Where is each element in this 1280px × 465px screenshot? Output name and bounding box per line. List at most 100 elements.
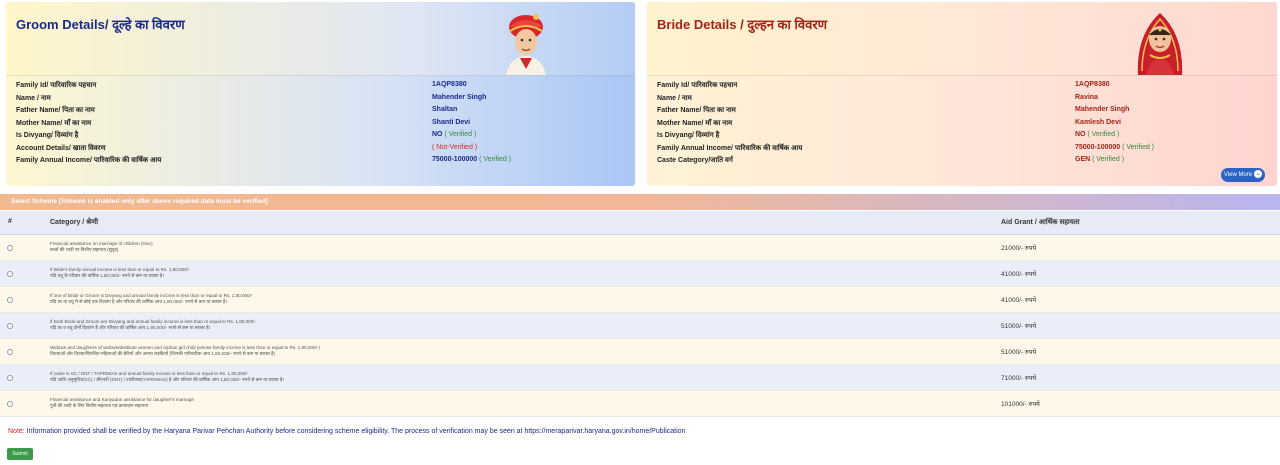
chevron-down-icon: ⌄ <box>1254 170 1263 179</box>
bride-row-family-income: Family Annual Income/ पारिवारिक की वार्ष… <box>657 144 1277 157</box>
scheme-desc-en: Financial assistance and Kanyadan assist… <box>50 397 194 402</box>
table-row: Financial assistance and Kanyadan assist… <box>0 391 1280 417</box>
verification-note: Note: Information provided shall be veri… <box>8 428 685 435</box>
note-text: : Information provided shall be verified… <box>22 428 686 435</box>
row-value: NO ( Verified ) <box>432 131 477 138</box>
table-row: Financial assistance on marriage of chil… <box>0 235 1280 261</box>
scheme-desc-hi: विधवाओं और विधवा/निराश्रित महिलाओं की बे… <box>50 351 276 356</box>
bride-row-name: Name / नाम Ravina <box>657 94 1277 107</box>
scheme-radio[interactable] <box>7 245 13 251</box>
view-more-button[interactable]: View More ⌄ <box>1221 168 1265 182</box>
groom-details-card: Groom Details/ दूल्हे का विवरण Family Id… <box>6 2 635 186</box>
row-value: Shanti Devi <box>432 118 471 126</box>
verified-status: ( Verified ) <box>1122 143 1155 151</box>
groom-card-title: Groom Details/ दूल्हे का विवरण <box>16 17 185 32</box>
row-value: ( Not-Verified ) <box>432 144 477 151</box>
verified-status: ( Verified ) <box>1087 131 1120 138</box>
groom-row-divyang: Is Divyang/ दिव्यांग है NO ( Verified ) <box>16 131 635 144</box>
note-prefix: Note <box>8 428 23 435</box>
row-label: Family Id/ पारिवारिक पहचान <box>16 82 97 89</box>
scheme-amount: 101000/- रुपये <box>1001 401 1040 408</box>
bride-row-divyang: Is Divyang/ दिव्यांग है NO ( Verified ) <box>657 131 1277 144</box>
select-scheme-bar: Select Scheme [Scheme is enabled only af… <box>0 194 1280 210</box>
scheme-table-header: # Category / श्रेणी Aid Grant / आर्थिक स… <box>0 211 1280 235</box>
scheme-radio[interactable] <box>7 401 13 407</box>
scheme-desc-hi: यदि वर व वधू दोनों दिव्यांग हैं और परिवा… <box>50 325 211 330</box>
scheme-desc-hi: पुत्री की शादी के लिए वित्तीय सहायता एवं… <box>50 403 149 408</box>
col-category-header: Category / श्रेणी <box>50 219 99 226</box>
scheme-desc-hi: यदि वर या वधू में से कोई एक दिव्यांग है … <box>50 299 228 304</box>
row-value: 75000-100000 ( Verified ) <box>432 156 512 163</box>
row-label: Father Name/ पिता का नाम <box>16 107 95 114</box>
scheme-desc-en: If Both Bride and Groom are Divyang and … <box>50 319 257 324</box>
row-label: Is Divyang/ दिव्यांग है <box>16 132 79 139</box>
groom-row-name: Name / नाम Mahender Singh <box>16 94 635 107</box>
scheme-desc-en: If Bride's family annual income is less … <box>50 267 190 272</box>
row-value: 1AQP8380 <box>432 81 467 88</box>
scheme-radio[interactable] <box>7 323 13 329</box>
scheme-radio[interactable] <box>7 271 13 277</box>
scheme-radio[interactable] <box>7 349 13 355</box>
bride-row-family-id: Family Id/ पारिवारिक पहचान 1AQP8380 <box>657 81 1277 94</box>
scheme-radio[interactable] <box>7 297 13 303</box>
page: Groom Details/ दूल्हे का विवरण Family Id… <box>0 0 1280 465</box>
table-row: If one of Bride or Groom is Divyang and … <box>0 287 1280 313</box>
row-label: Mother Name/ माँ का नाम <box>657 119 733 127</box>
row-label: Family Id/ पारिवारिक पहचान <box>657 82 738 89</box>
row-label: Is Divyang/ दिव्यांग है <box>657 132 720 139</box>
groom-detail-rows: Family Id/ पारिवारिक पहचान 1AQP8380 Name… <box>16 81 635 169</box>
row-value: GEN ( Verified ) <box>1075 156 1125 163</box>
col-aid-header: Aid Grant / आर्थिक सहायता <box>1001 219 1080 226</box>
table-row: If caste is SC / DNT / TAPRIWAS and annu… <box>0 365 1280 391</box>
row-value: Shaltan <box>432 106 458 113</box>
not-verified-status: ( Not-Verified ) <box>432 143 478 151</box>
verified-status: ( Verified ) <box>444 131 477 138</box>
groom-avatar-icon <box>506 14 546 75</box>
verified-status: ( Verified ) <box>479 156 512 163</box>
row-value: Ravina <box>1075 93 1098 101</box>
scheme-desc-en: If one of Bride or Groom is Divyang and … <box>50 293 253 298</box>
bride-detail-rows: Family Id/ पारिवारिक पहचान 1AQP8380 Name… <box>657 81 1277 169</box>
scheme-desc-en: Widows and daughters of widows/destitute… <box>50 345 320 350</box>
table-row: If Both Bride and Groom are Divyang and … <box>0 313 1280 339</box>
scheme-radio[interactable] <box>7 375 13 381</box>
scheme-desc-hi: यदि जाति अनुसूचित(SC) / डीएनटी (DNT) / ट… <box>50 377 285 382</box>
groom-row-father-name: Father Name/ पिता का नाम Shaltan <box>16 106 635 119</box>
view-more-label: View More <box>1223 172 1253 178</box>
scheme-amount: 71000/- रुपये <box>1001 375 1037 382</box>
select-scheme-title: Select Scheme [Scheme is enabled only af… <box>11 198 268 205</box>
scheme-desc-en: If caste is SC / DNT / TAPRIWAS and annu… <box>50 371 249 376</box>
row-label: Father Name/ पिता का नाम <box>657 107 736 114</box>
row-value: Mahender Singh <box>432 93 487 101</box>
row-value: Mahender Singh <box>1075 106 1130 113</box>
row-value: 75000-100000 ( Verified ) <box>1075 143 1155 151</box>
col-index-header: # <box>8 218 12 225</box>
row-label: Caste Category/जाति वर्ग <box>657 157 733 164</box>
row-value: NO ( Verified ) <box>1075 131 1120 138</box>
bride-row-mother-name: Mother Name/ माँ का नाम Kamlesh Devi <box>657 119 1277 132</box>
scheme-desc-hi: बच्चों की शादी पर वित्तीय सहायता (सुदृढ़… <box>50 247 119 252</box>
row-label: Family Annual Income/ पारिवारिक की वार्ष… <box>657 144 803 152</box>
groom-row-family-id: Family Id/ पारिवारिक पहचान 1AQP8380 <box>16 81 635 94</box>
scheme-amount: 51000/- रुपये <box>1001 323 1037 330</box>
bride-card-title: Bride Details / दुल्हन का विवरण <box>657 17 828 32</box>
row-label: Account Details/ खाता विवरण <box>16 144 106 152</box>
scheme-amount: 51000/- रुपये <box>1001 349 1037 356</box>
bride-card-header: Bride Details / दुल्हन का विवरण <box>647 2 1277 76</box>
bride-row-caste-category: Caste Category/जाति वर्ग GEN ( Verified … <box>657 156 1277 169</box>
scheme-desc-en: Financial assistance on marriage of chil… <box>50 241 153 246</box>
row-label: Name / नाम <box>657 94 692 102</box>
scheme-amount: 41000/- रुपये <box>1001 271 1037 278</box>
row-label: Family Annual Income/ पारिवारिक की वार्ष… <box>16 157 162 164</box>
submit-button[interactable]: Submit <box>7 448 33 460</box>
row-value: 1AQP8380 <box>1075 81 1110 88</box>
verified-status: ( Verified ) <box>1092 156 1125 163</box>
groom-row-account-details: Account Details/ खाता विवरण ( Not-Verifi… <box>16 144 635 157</box>
row-label: Name / नाम <box>16 94 51 102</box>
groom-row-mother-name: Mother Name/ माँ का नाम Shanti Devi <box>16 119 635 132</box>
row-value: Kamlesh Devi <box>1075 118 1121 126</box>
bride-avatar-icon <box>1137 13 1183 75</box>
groom-row-family-income: Family Annual Income/ पारिवारिक की वार्ष… <box>16 156 635 169</box>
scheme-amount: 21000/- रुपये <box>1001 245 1037 252</box>
row-label: Mother Name/ माँ का नाम <box>16 119 92 127</box>
